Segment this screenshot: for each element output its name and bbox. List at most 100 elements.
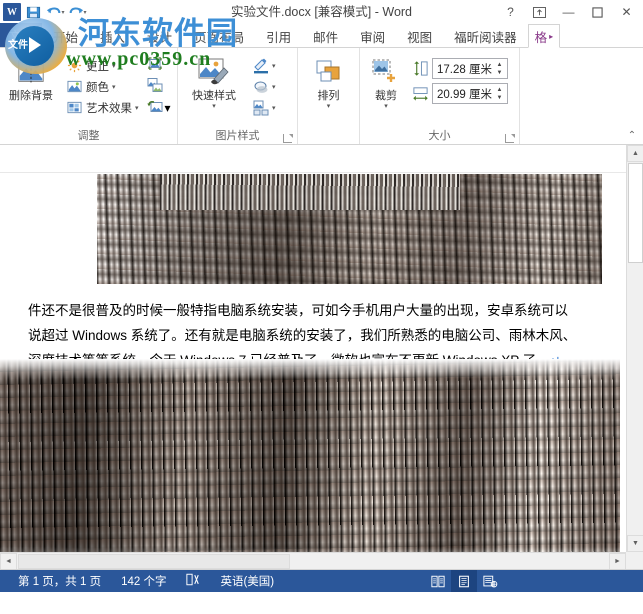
size-dialog-launcher[interactable] bbox=[505, 134, 515, 143]
crop-label: 裁剪 bbox=[375, 90, 397, 102]
crop-icon bbox=[371, 55, 401, 89]
ribbon-display-options-button[interactable] bbox=[525, 1, 554, 23]
horizontal-scroll-thumb[interactable] bbox=[18, 554, 290, 569]
tab-references[interactable]: 引用 bbox=[255, 25, 302, 48]
quick-styles-icon bbox=[197, 55, 231, 89]
width-icon bbox=[411, 85, 429, 103]
arrange-button[interactable]: 排列 ▾ bbox=[301, 52, 356, 110]
arrange-icon bbox=[314, 55, 344, 89]
change-picture-icon bbox=[147, 77, 163, 96]
ribbon-group-size-title: 大小 bbox=[363, 129, 516, 144]
status-page-number[interactable]: 第 1 页，共 1 页 bbox=[8, 570, 111, 592]
ribbon-group-adjust-title: 调整 bbox=[77, 130, 100, 142]
quick-styles-button[interactable]: 快速样式 ▾ bbox=[181, 52, 247, 110]
web-layout-view-button[interactable] bbox=[477, 570, 503, 592]
ribbon-tab-strip: 文件 开始 插入 设计 页面布局 引用 邮件 审阅 视图 福昕阅读器 格 ▸ bbox=[0, 23, 643, 48]
tab-file[interactable]: 文件 bbox=[0, 23, 43, 47]
height-icon bbox=[411, 60, 429, 78]
chevron-down-icon: ▾ bbox=[384, 103, 388, 110]
scroll-left-button[interactable]: ◄ bbox=[0, 553, 17, 569]
chevron-down-icon: ▾ bbox=[272, 104, 276, 112]
arrange-label: 排列 bbox=[317, 90, 340, 102]
document-line-2: 说超过 Windows 系统了。还有就是电脑系统的安装了，我们所熟悉的电脑公司、… bbox=[28, 328, 577, 343]
tab-home[interactable]: 开始 bbox=[42, 25, 89, 48]
change-picture-button[interactable] bbox=[144, 76, 174, 97]
status-bar: 第 1 页，共 1 页 142 个字 英语(美国) bbox=[0, 570, 643, 592]
tab-page-layout[interactable]: 页面布局 bbox=[183, 25, 255, 48]
compress-pictures-button[interactable] bbox=[144, 55, 174, 76]
picture-styles-dialog-launcher[interactable] bbox=[283, 134, 293, 143]
quick-styles-label: 快速样式 bbox=[192, 90, 236, 102]
status-language[interactable]: 英语(美国) bbox=[210, 570, 284, 592]
vertical-scrollbar[interactable]: ▲ ▼ bbox=[626, 145, 643, 552]
document-image-top-mask bbox=[0, 174, 97, 286]
shape-width-input[interactable]: 20.99 厘米 ▲ ▼ bbox=[432, 83, 508, 104]
document-image-bottom[interactable] bbox=[0, 359, 620, 552]
color-icon bbox=[66, 78, 83, 95]
shape-height-row: 17.28 厘米 ▲ ▼ bbox=[411, 58, 508, 79]
crop-button[interactable]: 裁剪 ▾ bbox=[363, 52, 409, 110]
document-image-bottom-fade-top bbox=[0, 359, 620, 379]
ribbon: 删除背景 更正 ▾ 颜色 ▾ 艺术效果 ▾ ▾ 调整 快速样式 ▾ ▾ ▾ ▾ … bbox=[0, 48, 643, 145]
reset-picture-button[interactable]: ▾ bbox=[144, 97, 174, 118]
horizontal-scrollbar[interactable]: ◄ ► bbox=[0, 552, 626, 569]
ribbon-group-arrange: 排列 ▾ bbox=[298, 48, 360, 144]
minimize-button[interactable]: — bbox=[554, 1, 583, 23]
ribbon-group-picture-styles-title: 图片样式 bbox=[181, 129, 294, 144]
picture-layout-button[interactable]: ▾ bbox=[249, 97, 279, 118]
picture-effects-button[interactable]: ▾ bbox=[249, 76, 279, 97]
document-image-top-band bbox=[160, 174, 460, 210]
collapse-ribbon-button[interactable]: ⌃ bbox=[625, 128, 639, 142]
remove-background-icon bbox=[16, 55, 46, 89]
vertical-scroll-thumb[interactable] bbox=[628, 163, 643, 263]
word-app-icon[interactable]: W bbox=[3, 3, 21, 21]
scroll-down-button[interactable]: ▼ bbox=[627, 535, 643, 552]
scroll-right-button[interactable]: ► bbox=[609, 553, 626, 569]
tab-foxit-reader[interactable]: 福昕阅读器 bbox=[443, 25, 528, 48]
redo-icon[interactable]: ▾ bbox=[68, 3, 87, 22]
word-window: W ▾ ▾ 实验文件.docx [兼容模式] - Word ? — ✕ 文件 开… bbox=[0, 0, 643, 614]
maximize-button[interactable] bbox=[583, 1, 612, 23]
corrections-icon bbox=[66, 57, 83, 74]
chevron-down-icon: ▾ bbox=[164, 100, 171, 115]
read-mode-view-button[interactable] bbox=[425, 570, 451, 592]
save-icon[interactable] bbox=[24, 3, 43, 22]
shape-height-stepper[interactable]: ▲ ▼ bbox=[494, 61, 505, 77]
status-proofing[interactable] bbox=[176, 570, 210, 592]
tab-view[interactable]: 视图 bbox=[396, 25, 443, 48]
close-button[interactable]: ✕ bbox=[612, 1, 641, 23]
artistic-effects-icon bbox=[66, 99, 83, 116]
help-button[interactable]: ? bbox=[496, 1, 525, 23]
shape-width-row: 20.99 厘米 ▲ ▼ bbox=[411, 83, 508, 104]
tab-review[interactable]: 审阅 bbox=[349, 25, 396, 48]
status-word-count[interactable]: 142 个字 bbox=[111, 570, 176, 592]
document-area: 件还不是很普及的时候一般特指电脑系统安装，可如今手机用户大量的出现，安卓系统可以… bbox=[0, 145, 643, 570]
chevron-down-icon: ▾ bbox=[212, 103, 216, 110]
view-buttons bbox=[425, 570, 643, 592]
tab-insert[interactable]: 插入 bbox=[89, 25, 136, 48]
tab-picture-format-label: 格 bbox=[534, 30, 548, 45]
ribbon-group-size: 裁剪 ▾ 17.28 厘米 ▲ ▼ 20.99 厘米 ▲ ▼ 大小 bbox=[360, 48, 520, 144]
compress-pictures-icon bbox=[147, 56, 163, 75]
print-layout-view-button[interactable] bbox=[451, 570, 477, 592]
title-bar: W ▾ ▾ 实验文件.docx [兼容模式] - Word ? — ✕ bbox=[0, 0, 643, 24]
shape-height-input[interactable]: 17.28 厘米 ▲ ▼ bbox=[432, 58, 508, 79]
tab-mailings[interactable]: 邮件 bbox=[302, 25, 349, 48]
ribbon-group-arrange-title bbox=[301, 129, 356, 144]
tab-design[interactable]: 设计 bbox=[136, 25, 183, 48]
corrections-label: 更正 bbox=[86, 60, 109, 73]
shape-width-value: 20.99 厘米 bbox=[437, 88, 492, 101]
document-canvas[interactable]: 件还不是很普及的时候一般特指电脑系统安装，可如今手机用户大量的出现，安卓系统可以… bbox=[0, 174, 626, 552]
remove-background-button[interactable]: 删除背景 bbox=[3, 52, 59, 102]
shape-width-stepper[interactable]: ▲ ▼ bbox=[494, 86, 505, 102]
color-button[interactable]: 颜色 ▾ bbox=[63, 76, 142, 97]
scroll-up-button[interactable]: ▲ bbox=[627, 145, 643, 162]
picture-border-button[interactable]: ▾ bbox=[249, 55, 279, 76]
undo-icon[interactable]: ▾ bbox=[46, 3, 65, 22]
tab-picture-format[interactable]: 格 ▸ bbox=[527, 24, 561, 48]
picture-layout-icon bbox=[252, 99, 269, 116]
artistic-effects-label: 艺术效果 bbox=[86, 102, 132, 115]
artistic-effects-button[interactable]: 艺术效果 ▾ bbox=[63, 97, 142, 118]
corrections-button[interactable]: 更正 ▾ bbox=[63, 55, 142, 76]
proofing-errors-icon bbox=[186, 573, 200, 589]
